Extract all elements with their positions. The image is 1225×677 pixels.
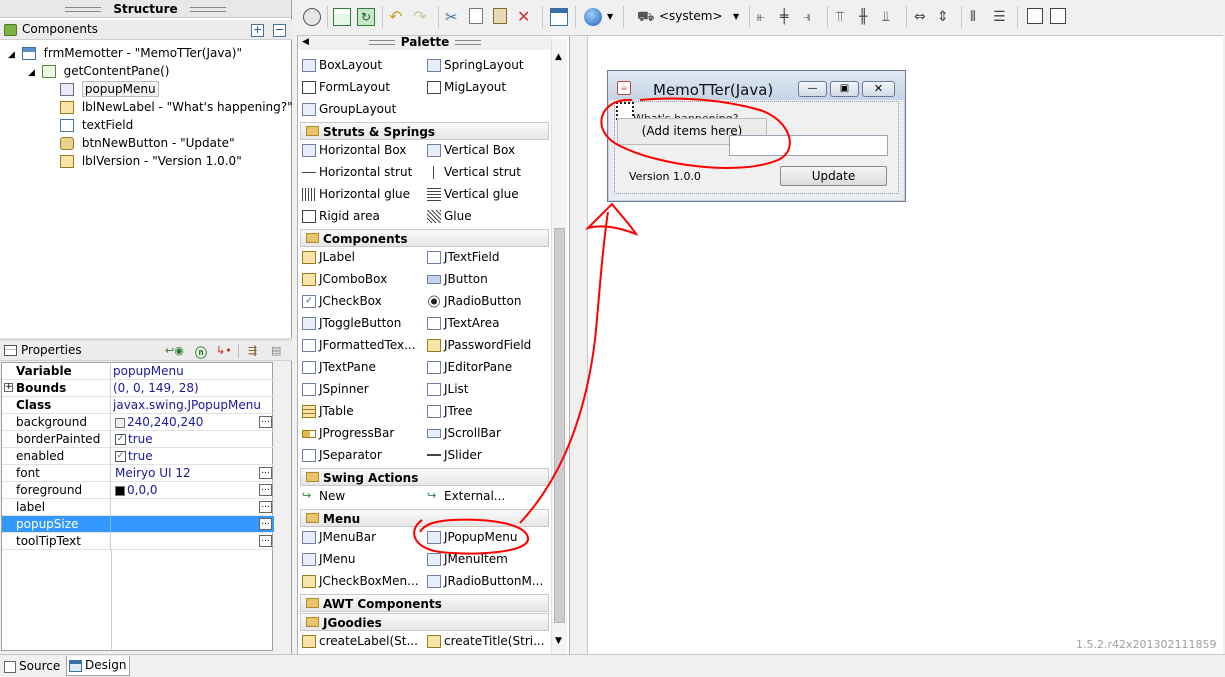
tab-source-label: Source (19, 659, 61, 673)
annotation-arrow-line (519, 211, 609, 524)
tab-source[interactable]: Source (2, 657, 64, 676)
bottom-tab-bar: Source Design (0, 654, 1225, 677)
annotation-arrowhead (584, 202, 639, 237)
tab-design[interactable]: Design (66, 656, 130, 676)
annotation-circle-popup (600, 97, 791, 169)
design-icon (69, 659, 82, 672)
annotation-overlay (413, 97, 791, 555)
tab-design-label: Design (85, 658, 127, 672)
source-icon (4, 660, 16, 673)
annotation-circle-jpopupmenu (413, 518, 529, 555)
